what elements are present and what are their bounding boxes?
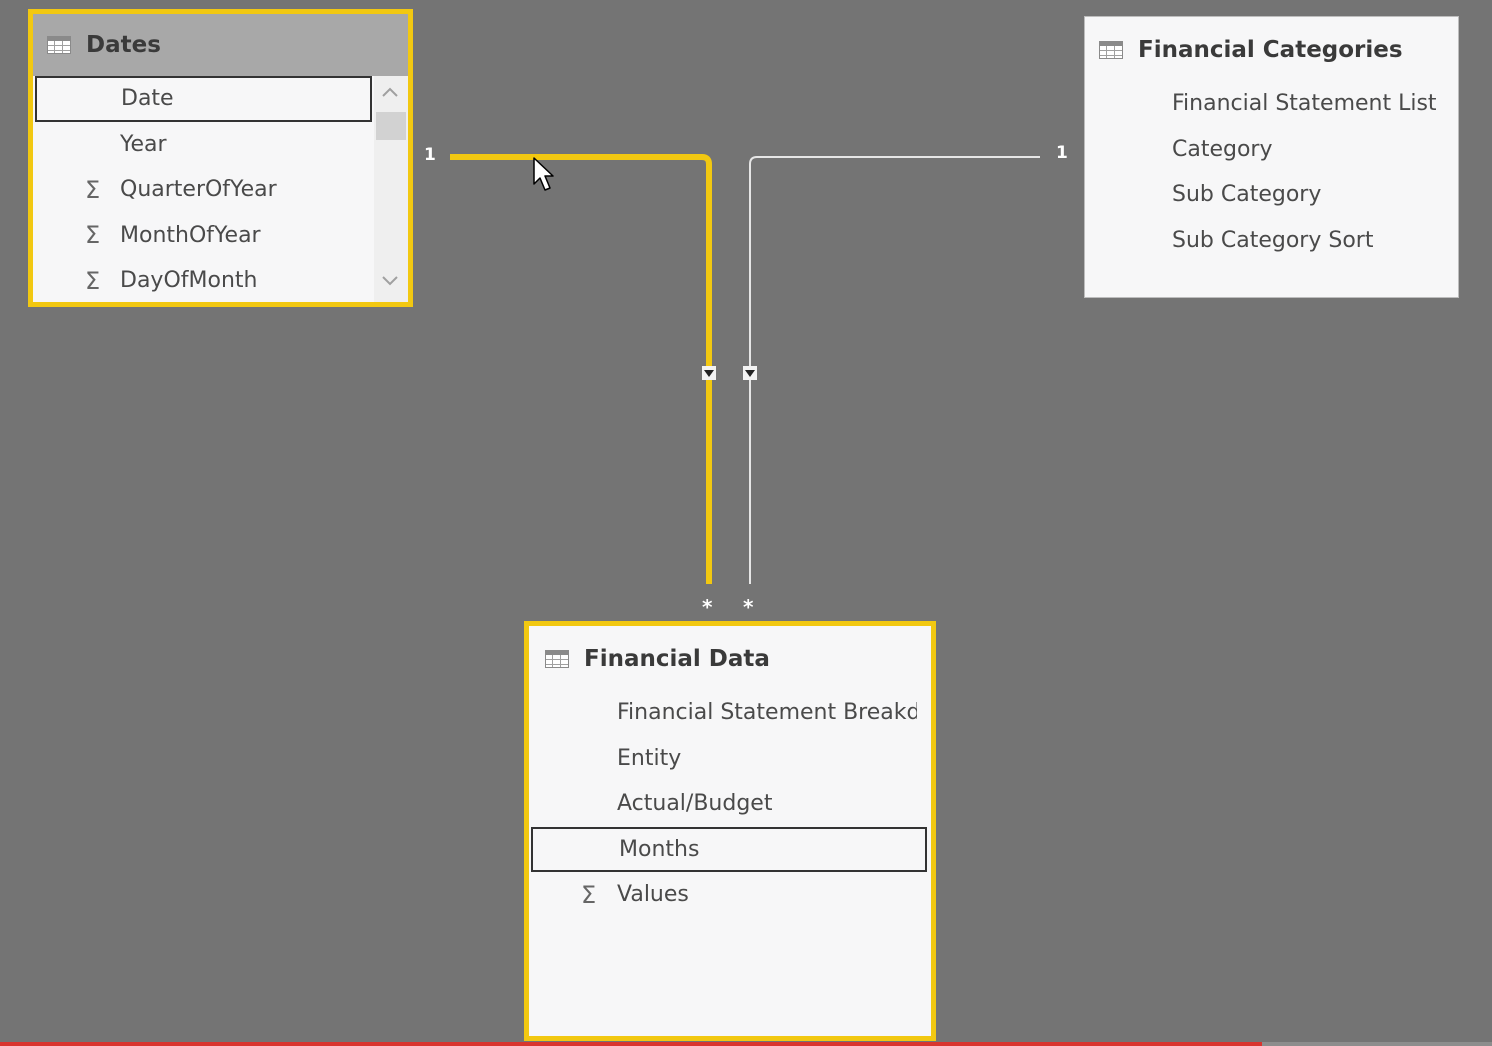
table-header[interactable]: Dates [33,14,408,76]
filter-direction-icon [702,366,716,380]
field-label: Financial Statement Breakd [617,700,917,726]
scrollbar-thumb[interactable] [376,112,406,140]
table-title: Dates [86,32,161,58]
video-progress-bar[interactable] [0,1042,1492,1046]
chevron-down-icon[interactable] [381,271,399,292]
relationship-dates-financialdata[interactable] [450,154,712,584]
sigma-icon: Σ [581,880,597,909]
field-label: Actual/Budget [617,791,773,817]
field-item[interactable]: Actual/Budget [529,781,931,827]
field-list[interactable]: Financial Statement List Category Sub Ca… [1085,81,1458,263]
table-title: Financial Categories [1138,37,1403,63]
field-label: Entity [617,745,682,771]
field-item[interactable]: Financial Statement Breakd [529,690,917,736]
field-list[interactable]: Date Year Σ QuarterOfYear Σ MonthOfYear … [33,76,374,304]
field-item[interactable]: Σ Values [529,872,931,918]
relationship-categories-financialdata[interactable] [749,156,1040,584]
table-icon [47,36,71,54]
field-label: Date [121,86,174,112]
table-icon [545,650,569,668]
field-label: Months [619,836,700,862]
field-label: QuarterOfYear [120,177,277,203]
sigma-icon: Σ [85,221,101,250]
field-label: Sub Category Sort [1172,227,1374,253]
scrollbar[interactable] [374,76,408,302]
field-label: Financial Statement List [1172,91,1437,117]
table-card-dates[interactable]: Dates Date Year Σ QuarterOfYear Σ MonthO… [28,9,413,307]
cardinality-many-label: * [702,595,713,619]
chevron-up-icon[interactable] [381,82,399,103]
field-label: Sub Category [1172,182,1322,208]
table-header[interactable]: Financial Data [529,626,931,692]
table-card-financial-data[interactable]: Financial Data Financial Statement Break… [524,621,936,1041]
field-item[interactable]: Σ QuarterOfYear [33,167,374,213]
field-item[interactable]: Date [35,76,372,122]
field-item[interactable]: Sub Category Sort [1085,218,1458,264]
field-item[interactable]: Sub Category [1085,172,1458,218]
field-label: DayOfMonth [120,268,258,294]
mouse-cursor-icon [533,157,554,191]
field-label: Values [617,882,689,908]
field-item[interactable]: Year [33,122,374,168]
field-list[interactable]: Financial Statement Breakd Entity Actual… [529,690,931,918]
field-item[interactable]: Entity [529,736,931,782]
field-item[interactable]: Financial Statement List [1085,81,1458,127]
field-label: Category [1172,136,1273,162]
table-icon [1099,41,1123,59]
cardinality-one-label: 1 [1056,143,1068,163]
video-progress-fill [0,1042,1263,1046]
sigma-icon: Σ [85,175,101,204]
table-title: Financial Data [584,646,770,672]
field-item[interactable]: Category [1085,127,1458,173]
field-label: MonthOfYear [120,222,261,248]
filter-direction-icon [743,366,757,380]
table-header[interactable]: Financial Categories [1085,17,1458,83]
cardinality-many-label: * [743,595,754,619]
model-diagram-canvas[interactable]: 1 1 * * Dates Date Year Σ QuarterOfYear … [0,0,1492,1046]
field-item[interactable]: Months [531,826,927,872]
table-card-financial-categories[interactable]: Financial Categories Financial Statement… [1084,16,1459,298]
sigma-icon: Σ [85,266,101,295]
cardinality-one-label: 1 [424,145,436,165]
field-item[interactable]: Σ DayOfMonth [33,258,374,304]
field-label: Year [120,131,167,157]
field-item[interactable]: Σ MonthOfYear [33,213,374,259]
